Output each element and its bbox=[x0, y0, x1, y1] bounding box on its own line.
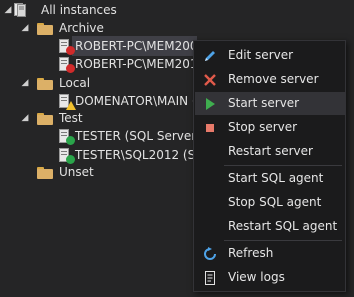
stop-icon bbox=[203, 120, 217, 134]
collapse-arrow-icon[interactable]: ◢ bbox=[3, 0, 13, 20]
collapse-arrow-icon[interactable]: ◢ bbox=[20, 73, 30, 93]
group-label: Unset bbox=[59, 165, 94, 179]
menu-item-stop-server[interactable]: Stop server bbox=[195, 116, 345, 139]
menu-item-label: Edit server bbox=[228, 48, 294, 62]
server-stopped-icon bbox=[59, 57, 75, 73]
log-icon bbox=[203, 270, 217, 285]
menu-item-label: Start server bbox=[228, 96, 300, 110]
server-label: ROBERT-PC\MEM2012 bbox=[75, 57, 206, 71]
play-icon bbox=[203, 96, 217, 110]
server-node[interactable]: ROBERT-PC\MEM2008 bbox=[59, 36, 205, 56]
server-running-icon bbox=[59, 148, 75, 164]
menu-item-start-sql-agent[interactable]: Start SQL agent bbox=[195, 167, 345, 190]
server-stopped-icon bbox=[59, 39, 75, 55]
menu-item-stop-sql-agent[interactable]: Stop SQL agent bbox=[195, 191, 345, 214]
folder-icon bbox=[37, 23, 53, 35]
group-label: Archive bbox=[59, 21, 104, 35]
server-node[interactable]: TESTER (SQL Server 12.0 bbox=[59, 126, 227, 146]
menu-item-label: Restart SQL agent bbox=[228, 219, 338, 233]
refresh-icon bbox=[203, 246, 217, 260]
x-icon bbox=[203, 72, 217, 86]
menu-item-start-server[interactable]: Start server bbox=[195, 92, 345, 115]
menu-item-edit-server[interactable]: Edit server bbox=[195, 44, 345, 67]
folder-icon bbox=[37, 78, 53, 90]
context-menu: Edit server Remove server Start server S… bbox=[193, 40, 346, 292]
server-label: ROBERT-PC\MEM2008 bbox=[75, 39, 206, 53]
menu-item-view-logs[interactable]: View logs bbox=[195, 266, 345, 289]
group-label: Local bbox=[59, 76, 91, 90]
menu-item-remove-server[interactable]: Remove server bbox=[195, 68, 345, 91]
menu-item-restart-sql-agent[interactable]: Restart SQL agent bbox=[195, 215, 345, 238]
menu-separator bbox=[224, 240, 342, 241]
tree-root[interactable]: ◢ All instances bbox=[0, 0, 354, 20]
server-node[interactable]: ROBERT-PC\MEM2012 bbox=[59, 54, 205, 74]
menu-item-label: View logs bbox=[228, 270, 285, 284]
server-warning-icon bbox=[59, 94, 76, 110]
folder-icon bbox=[37, 167, 53, 179]
menu-item-label: Stop server bbox=[228, 120, 298, 134]
collapse-arrow-icon[interactable]: ◢ bbox=[20, 18, 30, 38]
group-label: Test bbox=[59, 111, 83, 125]
collapse-arrow-icon[interactable]: ◢ bbox=[20, 108, 30, 128]
menu-item-refresh[interactable]: Refresh bbox=[195, 242, 345, 265]
pencil-icon bbox=[203, 48, 217, 62]
menu-item-label: Stop SQL agent bbox=[228, 195, 322, 209]
menu-item-label: Restart server bbox=[228, 144, 313, 158]
folder-icon bbox=[37, 113, 53, 125]
menu-item-label: Start SQL agent bbox=[228, 171, 324, 185]
server-running-icon bbox=[59, 129, 75, 145]
menu-item-restart-server[interactable]: Restart server bbox=[195, 140, 345, 163]
menu-separator bbox=[224, 165, 342, 166]
tree-root-label: All instances bbox=[41, 3, 117, 17]
instances-root-icon bbox=[14, 3, 26, 17]
group-archive[interactable]: ◢ Archive bbox=[0, 18, 354, 38]
menu-item-label: Remove server bbox=[228, 72, 319, 86]
menu-item-label: Refresh bbox=[228, 246, 274, 260]
